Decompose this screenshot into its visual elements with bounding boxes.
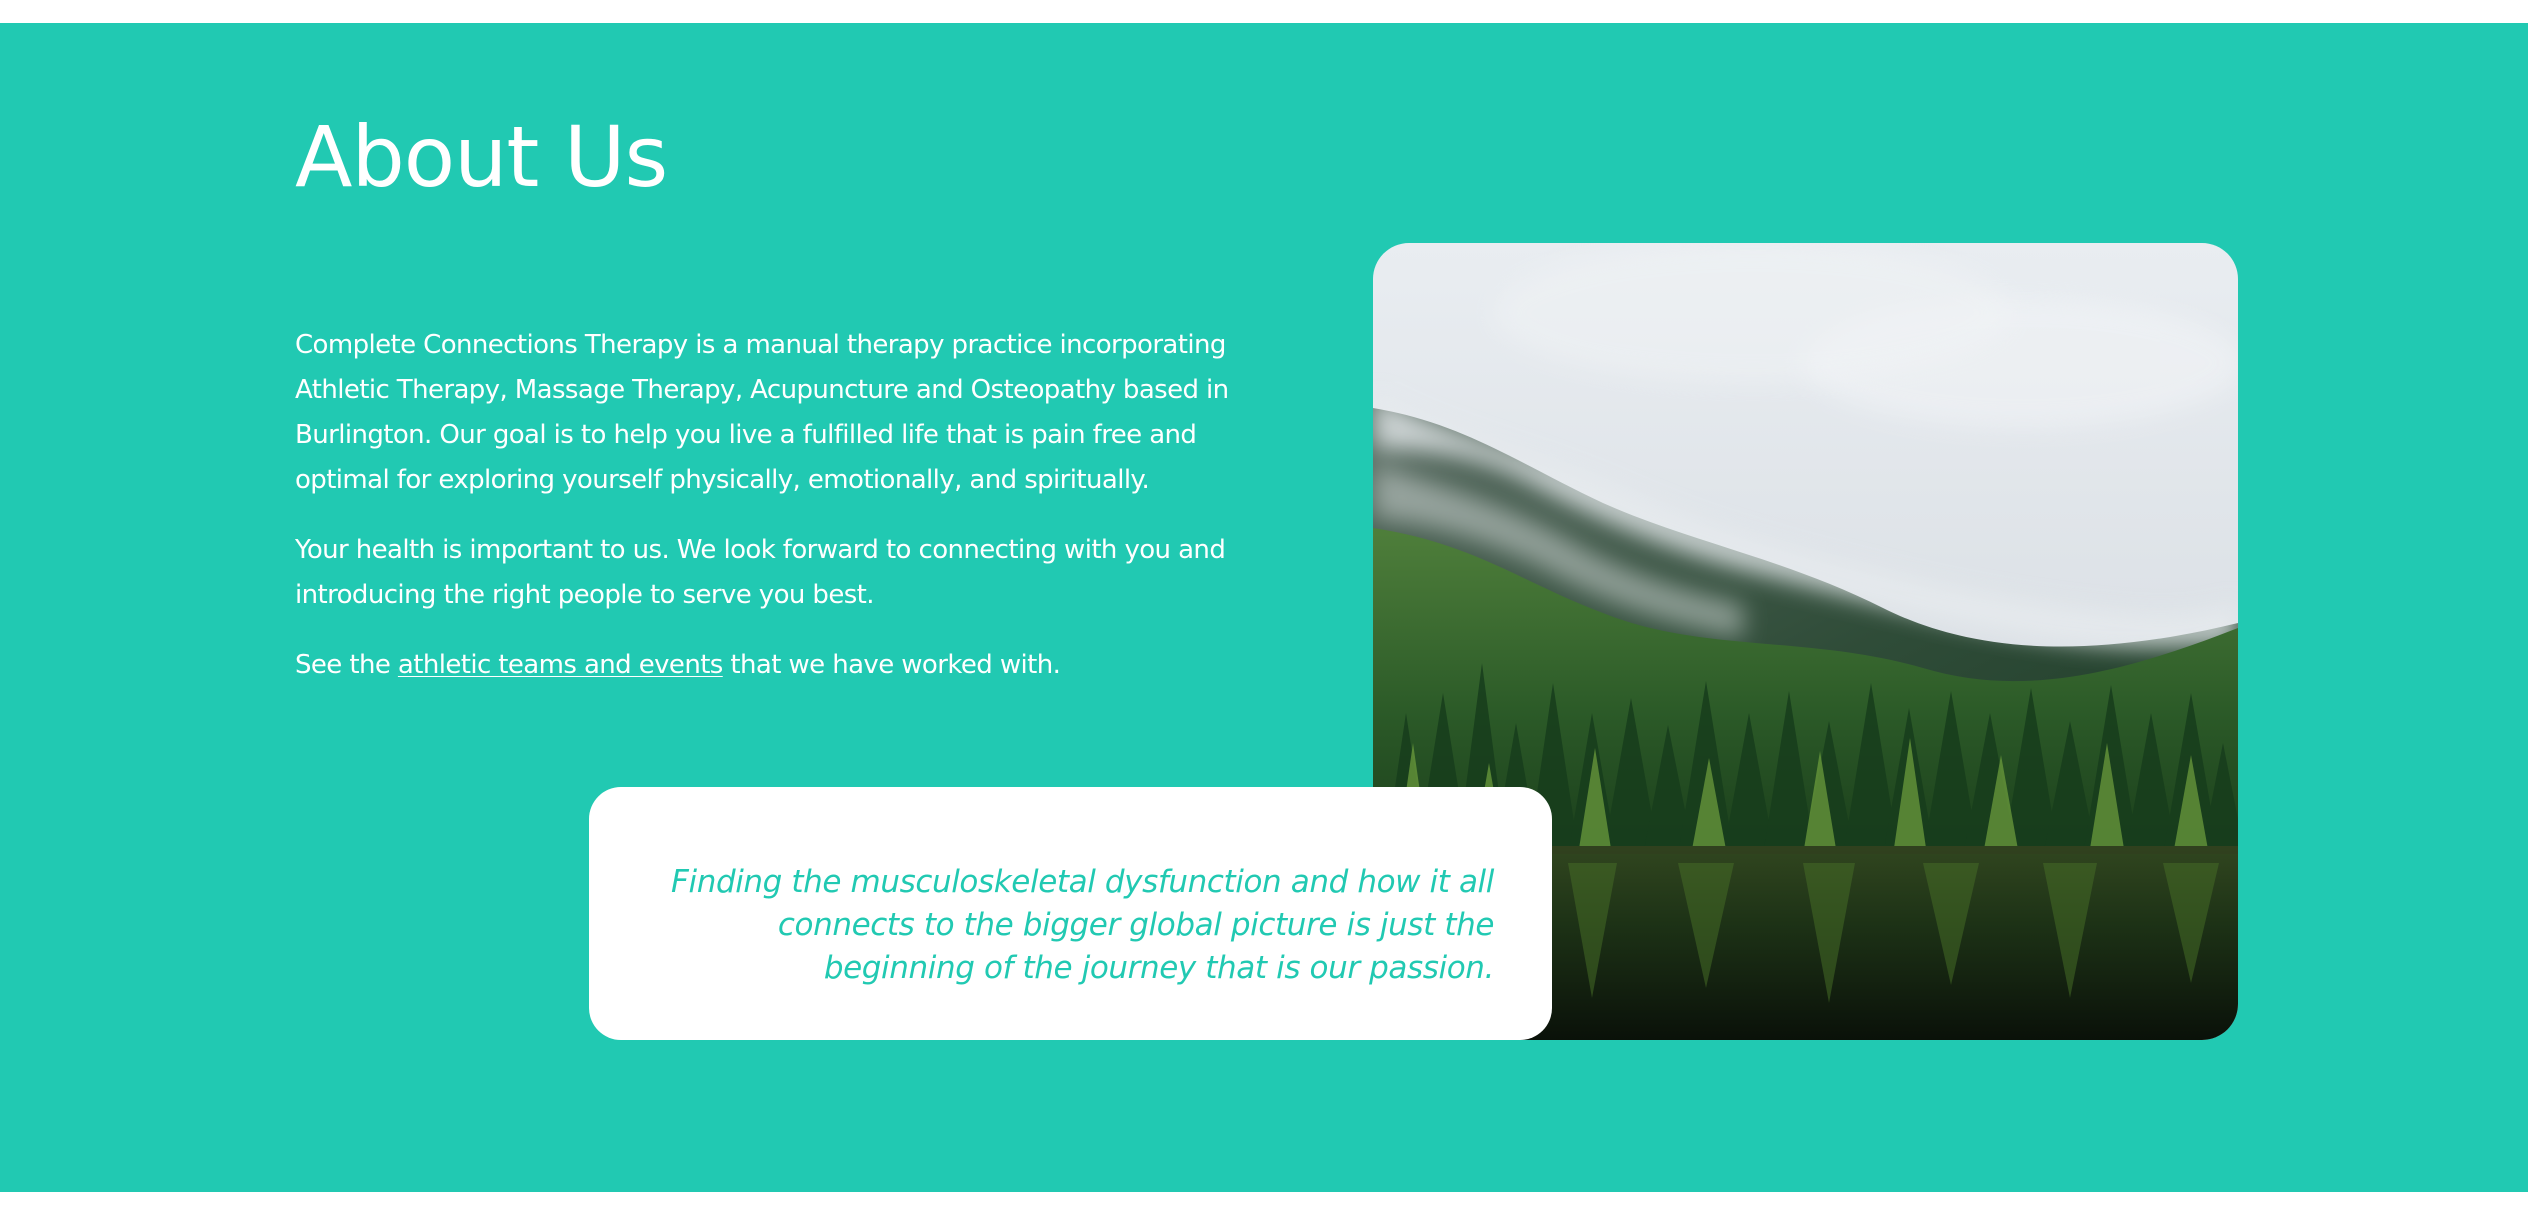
about-title: About Us bbox=[295, 108, 668, 206]
about-paragraph-1: Complete Connections Therapy is a manual… bbox=[295, 330, 1229, 495]
about-paragraph-3: See the athletic teams and events that w… bbox=[295, 643, 1285, 688]
quote-card: Finding the musculoskeletal dysfunction … bbox=[589, 787, 1552, 1040]
paragraph-3-prefix: See the bbox=[295, 650, 391, 680]
about-paragraph-2: Your health is important to us. We look … bbox=[295, 535, 1226, 610]
about-section: About Us Complete Connections Therapy is… bbox=[0, 23, 2528, 1192]
about-text: Complete Connections Therapy is a manual… bbox=[295, 323, 1285, 713]
athletic-teams-link[interactable]: athletic teams and events bbox=[398, 650, 723, 680]
paragraph-3-suffix: that we have worked with. bbox=[730, 650, 1061, 680]
quote-text: Finding the musculoskeletal dysfunction … bbox=[671, 864, 1494, 986]
